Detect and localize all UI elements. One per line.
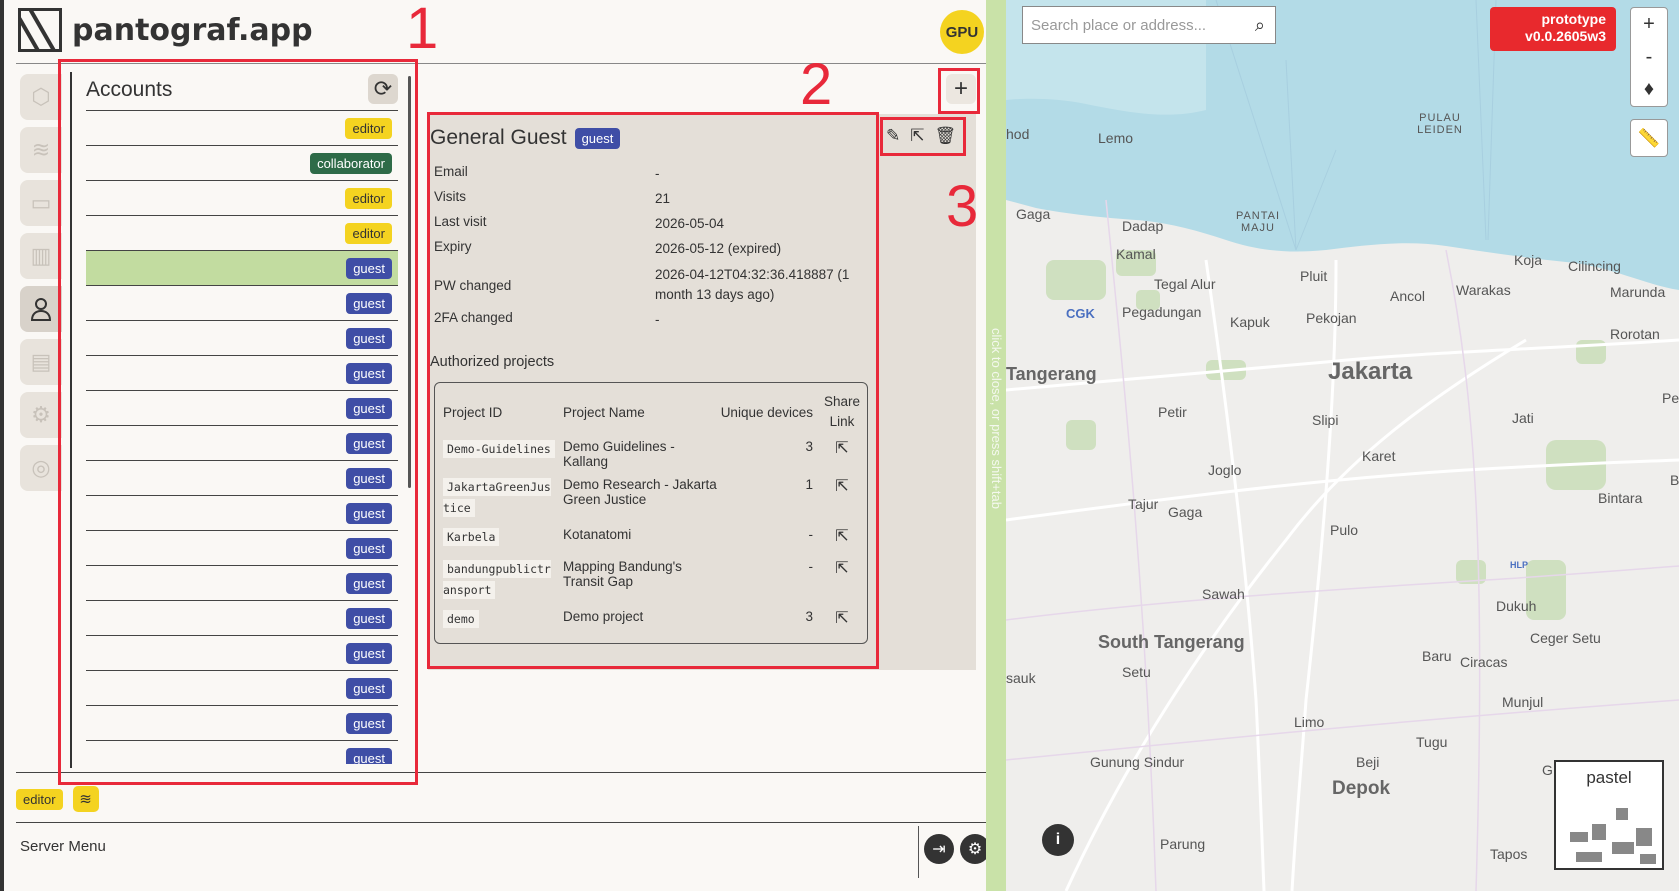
map-place-label: Lemo [1098,130,1134,146]
map-place-label: Tangerang [1006,364,1097,384]
map-place-label: Rorotan [1610,326,1660,342]
map-place-label: Gunung Sindur [1090,754,1185,770]
compass-icon[interactable]: ♦ [1631,73,1667,106]
map-place-label: Jati [1512,410,1534,426]
search-icon[interactable]: ⌕ [1255,15,1265,36]
map-place-label: Tegal Alur [1154,276,1216,292]
map-place-label: Jakarta [1328,358,1413,385]
map-place-label: Depok [1332,778,1391,799]
version-badge: prototype v0.0.2605w3 [1490,7,1616,51]
annotation-number-3: 3 [946,174,979,239]
app-panel: pantograf.app GPU ⬡ ≋ ▭ ▥ ▤ ⚙ ◎ Accounts… [0,0,1026,891]
map-place-label: Munjul [1502,694,1544,710]
map-place-label: CGK [1066,306,1095,321]
map-place-label: Joglo [1208,462,1242,478]
ruler-icon: 📏 [1637,127,1661,148]
map-place-label: Sawah [1202,586,1245,602]
annotation-box-1 [58,59,418,785]
map-place-label: HLP [1510,560,1528,570]
map-place-label: Kapuk [1230,314,1270,330]
database-icon: ≋ [79,791,92,808]
zoom-controls: + - ♦ [1630,7,1668,107]
map-place-label: Limo [1294,714,1325,730]
user-icon[interactable] [20,286,62,332]
gear-icon[interactable]: ⚙ [20,392,62,438]
map-place-label: Setu [1122,664,1151,680]
logout-button[interactable]: ⇥ [924,834,954,864]
database-icon[interactable]: ≋ [20,127,62,173]
logo-icon [18,8,62,52]
map-place-label: Pe [1662,390,1679,406]
map-place-label: Bintara [1598,490,1643,506]
zoom-in-button[interactable]: + [1631,8,1667,41]
app-title: pantograf.app [72,12,313,48]
target-icon[interactable]: ◎ [20,445,62,491]
map-place-label: Ceger [1530,630,1569,646]
annotation-box-4 [938,68,980,114]
map-view[interactable]: Jakarta South Tangerang Tangerang Depok PULA… [1006,0,1679,891]
measure-button[interactable]: 📏 [1630,119,1668,157]
footer-separator [918,826,919,878]
map-place-label: hod [1006,126,1030,142]
annotation-number-1: 1 [406,0,439,61]
map-place-label: Kamal [1116,246,1156,262]
gpu-indicator[interactable]: GPU [940,10,984,54]
map-place-label: Ancol [1390,288,1426,304]
server-menu-label[interactable]: Server Menu [20,838,106,855]
map-place-label: PANTAI MAJU [1235,210,1281,234]
map-icon[interactable]: ▥ [20,233,62,279]
map-place-label: Slipi [1312,412,1339,428]
folder-icon[interactable]: ▭ [20,180,62,226]
map-place-label: Gaga [1016,206,1051,222]
brand: pantograf.app [18,8,313,52]
database-button[interactable]: ≋ [72,786,99,812]
map-place-label: Petir [1158,404,1187,420]
side-nav: ⬡ ≋ ▭ ▥ ▤ ⚙ ◎ [20,74,62,498]
map-search-input[interactable]: Search place or address... ⌕ [1022,6,1276,44]
map-place-label: Dadap [1122,218,1164,234]
map-place-label: B [1670,472,1679,488]
cube-icon[interactable]: ⬡ [20,74,62,120]
basemap-switcher[interactable]: pastel [1554,760,1664,870]
map-place-label: South Tangerang [1098,632,1245,652]
annotation-number-2: 2 [800,52,833,117]
map-place-label: sauk [1006,670,1036,686]
basemap-label: pastel [1586,768,1632,787]
map-place-label: Dukuh [1496,598,1537,614]
zoom-out-button[interactable]: - [1631,41,1667,74]
map-place-label: PULAU LEIDEN [1417,112,1463,136]
search-placeholder: Search place or address... [1031,16,1207,34]
map-place-label: Karet [1362,448,1396,464]
info-button[interactable]: i [1042,824,1074,856]
map-place-label: Marunda [1610,284,1666,300]
map-place-label: Parung [1160,836,1206,852]
map-place-label: Baru [1422,648,1452,664]
annotation-box-2 [427,112,879,669]
gear-icon: ⚙ [967,841,983,858]
map-place-label: Cilincing [1568,258,1621,274]
annotation-box-3 [880,117,966,156]
map-place-label: Pegadungan [1122,304,1202,320]
footer-divider [16,822,998,823]
map-place-label: Gaga [1168,504,1203,520]
map-place-label: Tajur [1128,496,1159,512]
map-place-label: Tugu [1416,734,1448,750]
version-line-2: v0.0.2605w3 [1525,28,1606,44]
logout-icon: ⇥ [932,841,946,858]
version-line-1: prototype [1541,11,1606,27]
map-place-label: Pekojan [1306,310,1357,326]
map-place-label: G [1542,762,1553,778]
current-role-badge: editor [16,788,63,810]
map-place-label: Pulo [1330,522,1359,538]
map-place-label: Warakas [1456,282,1511,298]
map-place-label: Setu [1572,630,1601,646]
map-place-label: Pluit [1300,268,1328,284]
document-icon[interactable]: ▤ [20,339,62,385]
map-place-label: Tapos [1490,846,1528,862]
map-place-label: Beji [1356,754,1380,770]
panel-toggle-hint: click to close, or press shift+tab [989,328,1004,509]
current-user-status: editor ≋ [16,786,99,812]
map-place-label: Ciracas [1460,654,1508,670]
map-place-label: Koja [1514,252,1543,268]
